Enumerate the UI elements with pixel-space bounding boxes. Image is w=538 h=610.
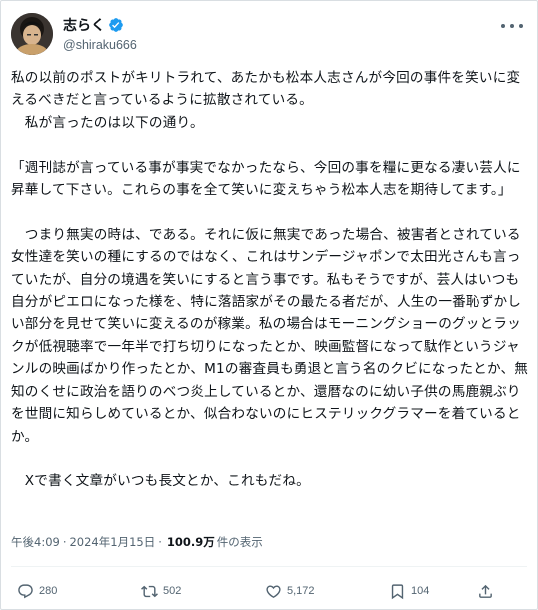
divider (11, 566, 527, 567)
verified-badge-icon (108, 17, 124, 33)
share-icon (479, 584, 492, 598)
post-date[interactable]: 2024年1月15日 (69, 534, 155, 550)
post-time[interactable]: 午後4:09 (11, 534, 60, 550)
reply-button[interactable]: 280 (17, 581, 57, 601)
repost-button[interactable]: 502 (141, 581, 181, 601)
bookmark-icon (391, 583, 404, 599)
avatar-image (11, 13, 53, 55)
bookmark-button[interactable]: 104 (389, 581, 429, 601)
post-text: 私の以前のポストがキリトラれて、あたかも松本人志さんが今回の事件を笑いに変えるべ… (11, 70, 529, 490)
bookmark-count: 104 (411, 585, 430, 597)
view-count-label: 件の表示 (216, 535, 263, 549)
view-count[interactable]: 100.9万 (167, 534, 215, 550)
reply-icon (18, 583, 33, 598)
author-names: 志らく @shiraku666 (63, 15, 137, 52)
post-card: 志らく @shiraku666 私の以前のポストがキリトラれて、あたかも松本人志… (0, 0, 538, 610)
avatar[interactable] (11, 13, 53, 55)
like-count: 5,172 (287, 585, 315, 597)
meta-separator: · (158, 535, 162, 549)
more-options-icon[interactable] (501, 19, 523, 33)
post-meta: 午後4:09 · 2024年1月15日 · 100.9万 件の表示 (11, 533, 263, 551)
like-button[interactable]: 5,172 (265, 581, 315, 601)
post-header: 志らく @shiraku666 (11, 11, 529, 59)
reply-count: 280 (39, 585, 58, 597)
repost-icon (141, 585, 158, 597)
heart-icon (266, 584, 281, 598)
meta-separator: · (62, 535, 67, 549)
share-button[interactable] (477, 581, 494, 601)
action-bar: 280 502 5,172 104 (11, 581, 529, 601)
display-name-row: 志らく (63, 15, 137, 35)
author-handle[interactable]: @shiraku666 (63, 38, 137, 52)
display-name[interactable]: 志らく (63, 15, 105, 35)
repost-count: 502 (163, 585, 182, 597)
